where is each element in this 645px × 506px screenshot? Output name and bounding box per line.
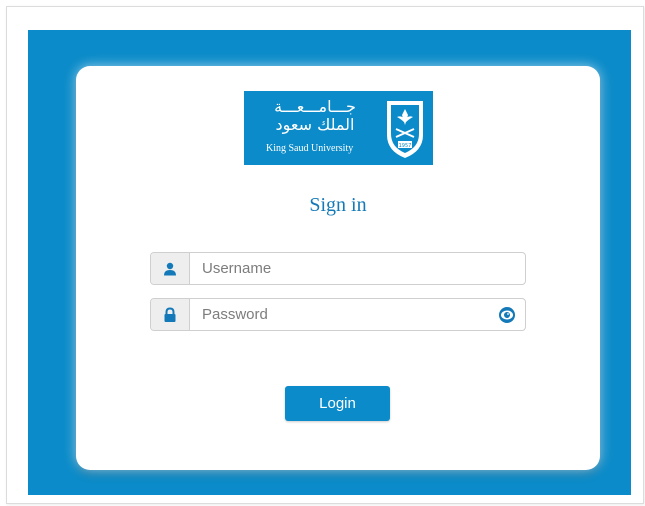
- password-group: [150, 298, 526, 331]
- university-logo: جـــامـــعـــة الملك سعود King Saud Univ…: [244, 91, 433, 165]
- password-input[interactable]: [190, 299, 489, 330]
- username-group: [150, 252, 526, 285]
- emblem-year: 1957: [399, 143, 412, 149]
- user-icon: [151, 253, 190, 284]
- logo-arabic-name: جـــامـــعـــة الملك سعود: [250, 99, 380, 133]
- login-button[interactable]: Login: [285, 386, 390, 421]
- university-emblem-icon: 1957: [387, 101, 423, 158]
- lock-icon: [151, 299, 190, 330]
- logo-english-name: King Saud University: [266, 143, 354, 154]
- username-input[interactable]: [190, 253, 525, 284]
- page-title: Sign in: [309, 194, 367, 216]
- eye-icon: [499, 306, 515, 323]
- show-password-toggle[interactable]: [489, 299, 525, 330]
- login-card: جـــامـــعـــة الملك سعود King Saud Univ…: [76, 66, 600, 470]
- logo-arabic-line-2: الملك سعود: [275, 115, 355, 134]
- logo-arabic-line-1: جـــامـــعـــة: [274, 97, 356, 116]
